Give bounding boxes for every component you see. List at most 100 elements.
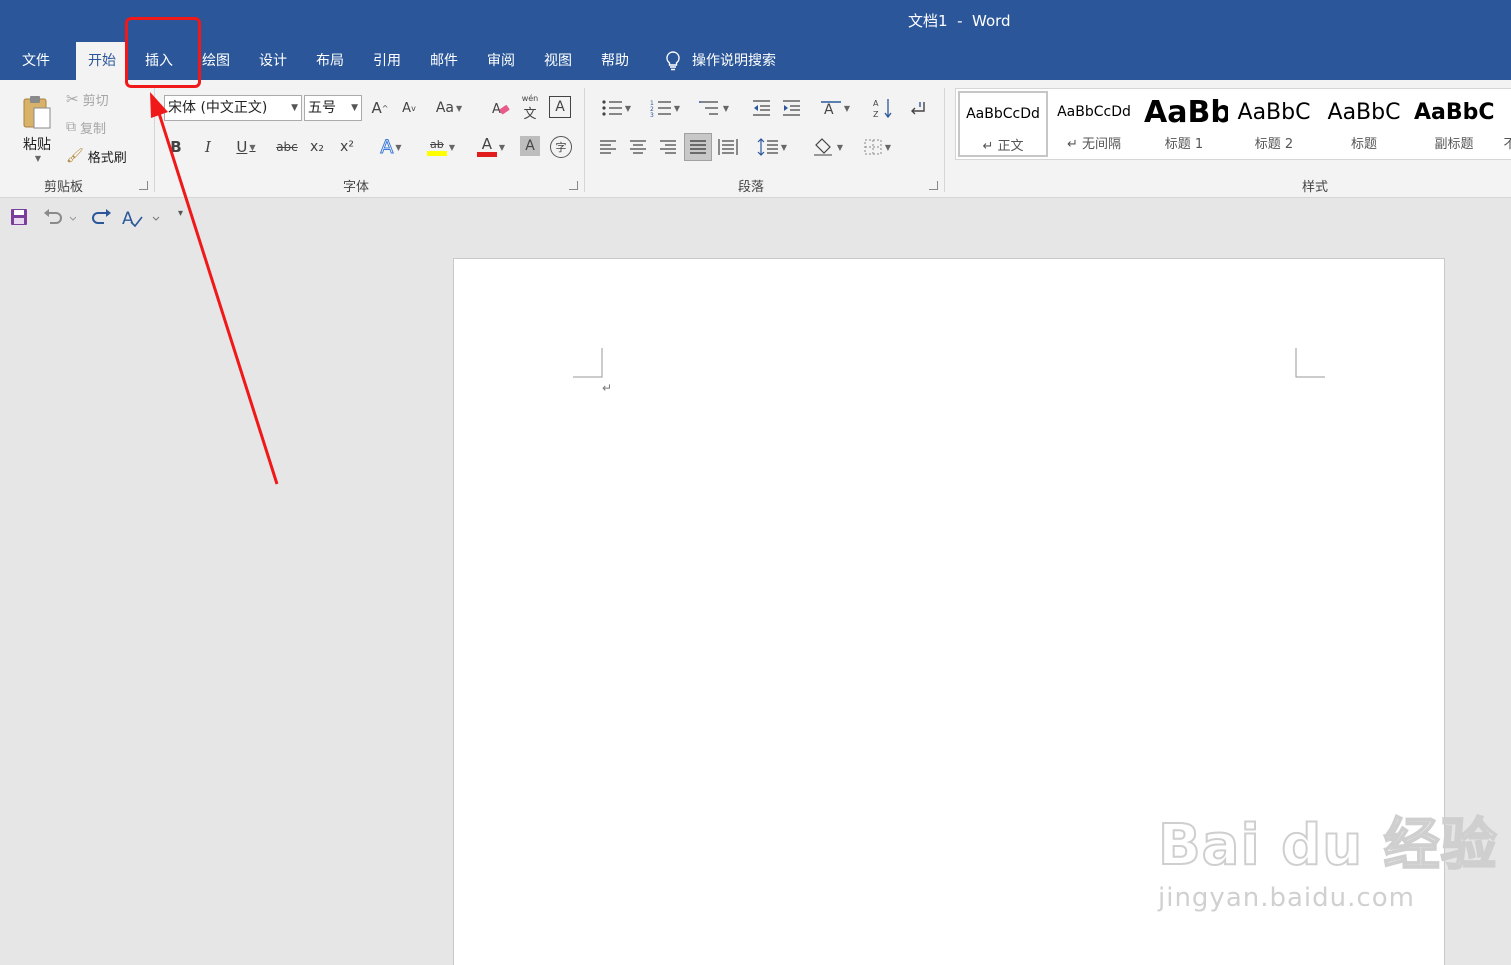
text-effects-button[interactable]: A ▼ xyxy=(373,136,409,159)
format-painter-button[interactable]: 🖌 格式刷 xyxy=(66,145,127,167)
chinese-layout-icon: A xyxy=(820,101,841,117)
shading-button[interactable]: ▼ xyxy=(808,135,848,159)
chevron-down-icon: ▼ xyxy=(673,103,681,113)
style-heading-2[interactable]: AaBbC 标题 2 xyxy=(1230,91,1318,157)
tab-help[interactable]: 帮助 xyxy=(589,42,641,80)
increase-indent-icon xyxy=(783,100,800,116)
tab-view[interactable]: 视图 xyxy=(532,42,584,80)
font-name-value: 宋体 (中文正文) xyxy=(168,100,268,116)
window-title: 文档1 - Word xyxy=(908,12,1011,30)
bullet-list-icon xyxy=(602,100,622,116)
group-divider xyxy=(584,88,585,192)
font-color-button[interactable]: A ▼ xyxy=(470,134,512,160)
justify-button[interactable] xyxy=(684,133,712,161)
bullets-button[interactable]: ▼ xyxy=(596,96,636,120)
svg-text:A: A xyxy=(122,209,134,228)
align-center-button[interactable] xyxy=(626,135,650,159)
align-left-button[interactable] xyxy=(596,135,620,159)
tab-review[interactable]: 审阅 xyxy=(475,42,527,80)
style-name: 标题 2 xyxy=(1254,137,1294,152)
tab-file[interactable]: 文件 xyxy=(10,42,62,80)
superscript-button[interactable]: x² xyxy=(336,136,358,158)
clear-formatting-button[interactable]: A xyxy=(490,97,512,119)
paragraph-group-label: 段落 xyxy=(738,180,765,195)
chinese-layout-button[interactable]: A ▼ xyxy=(815,96,855,120)
strikethrough-button[interactable]: abc xyxy=(275,136,299,158)
clipboard-group-label: 剪贴板 xyxy=(44,180,84,195)
sort-button[interactable]: AZ xyxy=(871,96,895,120)
borders-button[interactable]: ▼ xyxy=(857,135,897,159)
chevron-down-icon: ▼ xyxy=(351,103,358,113)
character-border-icon: A xyxy=(555,99,565,115)
copy-icon: ⧉ xyxy=(66,119,76,135)
clipboard-launcher-icon[interactable] xyxy=(139,181,148,190)
grow-font-button[interactable]: A ^ xyxy=(369,97,391,119)
italic-button[interactable]: I xyxy=(198,136,218,158)
highlight-color-button[interactable]: ab ▼ xyxy=(420,134,462,160)
spelling-button[interactable]: A xyxy=(121,208,163,232)
copy-button[interactable]: ⧉ 复制 xyxy=(66,116,106,138)
subscript-button[interactable]: x₂ xyxy=(306,136,328,158)
cut-button[interactable]: ✂ 剪切 xyxy=(66,88,109,110)
character-border-button[interactable]: A xyxy=(549,96,571,118)
tab-home[interactable]: 开始 xyxy=(76,42,128,80)
style-name: 标题 1 xyxy=(1164,137,1204,152)
tell-me-search[interactable]: 操作说明搜索 xyxy=(652,42,788,80)
style-name: 不 xyxy=(1500,133,1511,152)
paragraph-mark: ↵ xyxy=(602,381,613,395)
style-title[interactable]: AaBbC 标题 xyxy=(1320,91,1408,157)
paste-button[interactable]: 粘贴 ▼ xyxy=(14,88,60,168)
redo-button[interactable] xyxy=(90,208,112,230)
tab-design[interactable]: 设计 xyxy=(247,42,299,80)
save-button[interactable] xyxy=(10,208,28,230)
scissors-icon: ✂ xyxy=(66,90,79,108)
change-case-button[interactable]: Aa ▼ xyxy=(432,97,466,119)
line-spacing-button[interactable]: ▼ xyxy=(752,135,792,159)
style-normal[interactable]: AaBbCcDd ↵ 正文 xyxy=(958,91,1048,157)
font-size-select[interactable]: 五号 ▼ xyxy=(304,95,362,121)
style-sample: AaBbC xyxy=(1327,99,1401,125)
shrink-font-button[interactable]: Av xyxy=(398,97,420,119)
undo-icon xyxy=(44,209,77,224)
group-divider xyxy=(944,88,945,192)
paragraph-mark-icon xyxy=(911,102,925,115)
undo-button[interactable] xyxy=(42,208,77,230)
tab-layout[interactable]: 布局 xyxy=(304,42,356,80)
bold-icon: B xyxy=(170,138,182,156)
align-right-icon xyxy=(660,140,676,154)
multilevel-list-button[interactable]: ▼ xyxy=(694,96,734,120)
style-name: ↵ 正文 xyxy=(982,139,1024,154)
distributed-icon xyxy=(718,139,738,155)
font-name-select[interactable]: 宋体 (中文正文) ▼ xyxy=(164,95,302,121)
phonetic-label: wén xyxy=(521,94,539,103)
paragraph-launcher-icon[interactable] xyxy=(929,181,938,190)
chevron-down-icon: ▼ xyxy=(395,142,402,152)
decrease-indent-button[interactable] xyxy=(749,96,773,120)
paste-icon xyxy=(23,95,51,128)
numbering-button[interactable]: 1 2 3 ▼ xyxy=(645,96,685,120)
font-launcher-icon[interactable] xyxy=(569,181,578,190)
increase-indent-button[interactable] xyxy=(779,96,803,120)
align-right-button[interactable] xyxy=(656,135,680,159)
bold-button[interactable]: B xyxy=(166,136,186,158)
italic-icon: I xyxy=(205,138,211,156)
show-marks-button[interactable] xyxy=(906,96,930,120)
shrink-font-icon: A xyxy=(402,100,412,116)
style-no-spacing[interactable]: AaBbCcDd ↵ 无间隔 xyxy=(1050,91,1138,157)
character-shading-button[interactable]: A xyxy=(520,136,540,156)
enclose-characters-button[interactable]: 字 xyxy=(550,136,572,158)
baidu-watermark: Bai du 经验 jingyan.baidu.com xyxy=(1157,800,1498,913)
style-more[interactable]: 不 xyxy=(1500,91,1511,157)
underline-button[interactable]: U ▼ xyxy=(228,136,264,158)
distributed-button[interactable] xyxy=(716,135,740,159)
style-heading-1[interactable]: AaBb 标题 1 xyxy=(1140,91,1228,157)
align-center-icon xyxy=(630,140,646,154)
title-bar: 文档1 - Word xyxy=(0,0,1511,42)
customize-qat-icon[interactable]: ▾ xyxy=(178,208,183,219)
phonetic-guide-button[interactable]: wén 文 xyxy=(519,94,541,122)
tab-references[interactable]: 引用 xyxy=(361,42,413,80)
tab-mailings[interactable]: 邮件 xyxy=(418,42,470,80)
superscript-icon: x² xyxy=(340,139,354,155)
style-subtitle[interactable]: AaBbC 副标题 xyxy=(1410,91,1498,157)
style-name: 标题 xyxy=(1350,137,1377,152)
